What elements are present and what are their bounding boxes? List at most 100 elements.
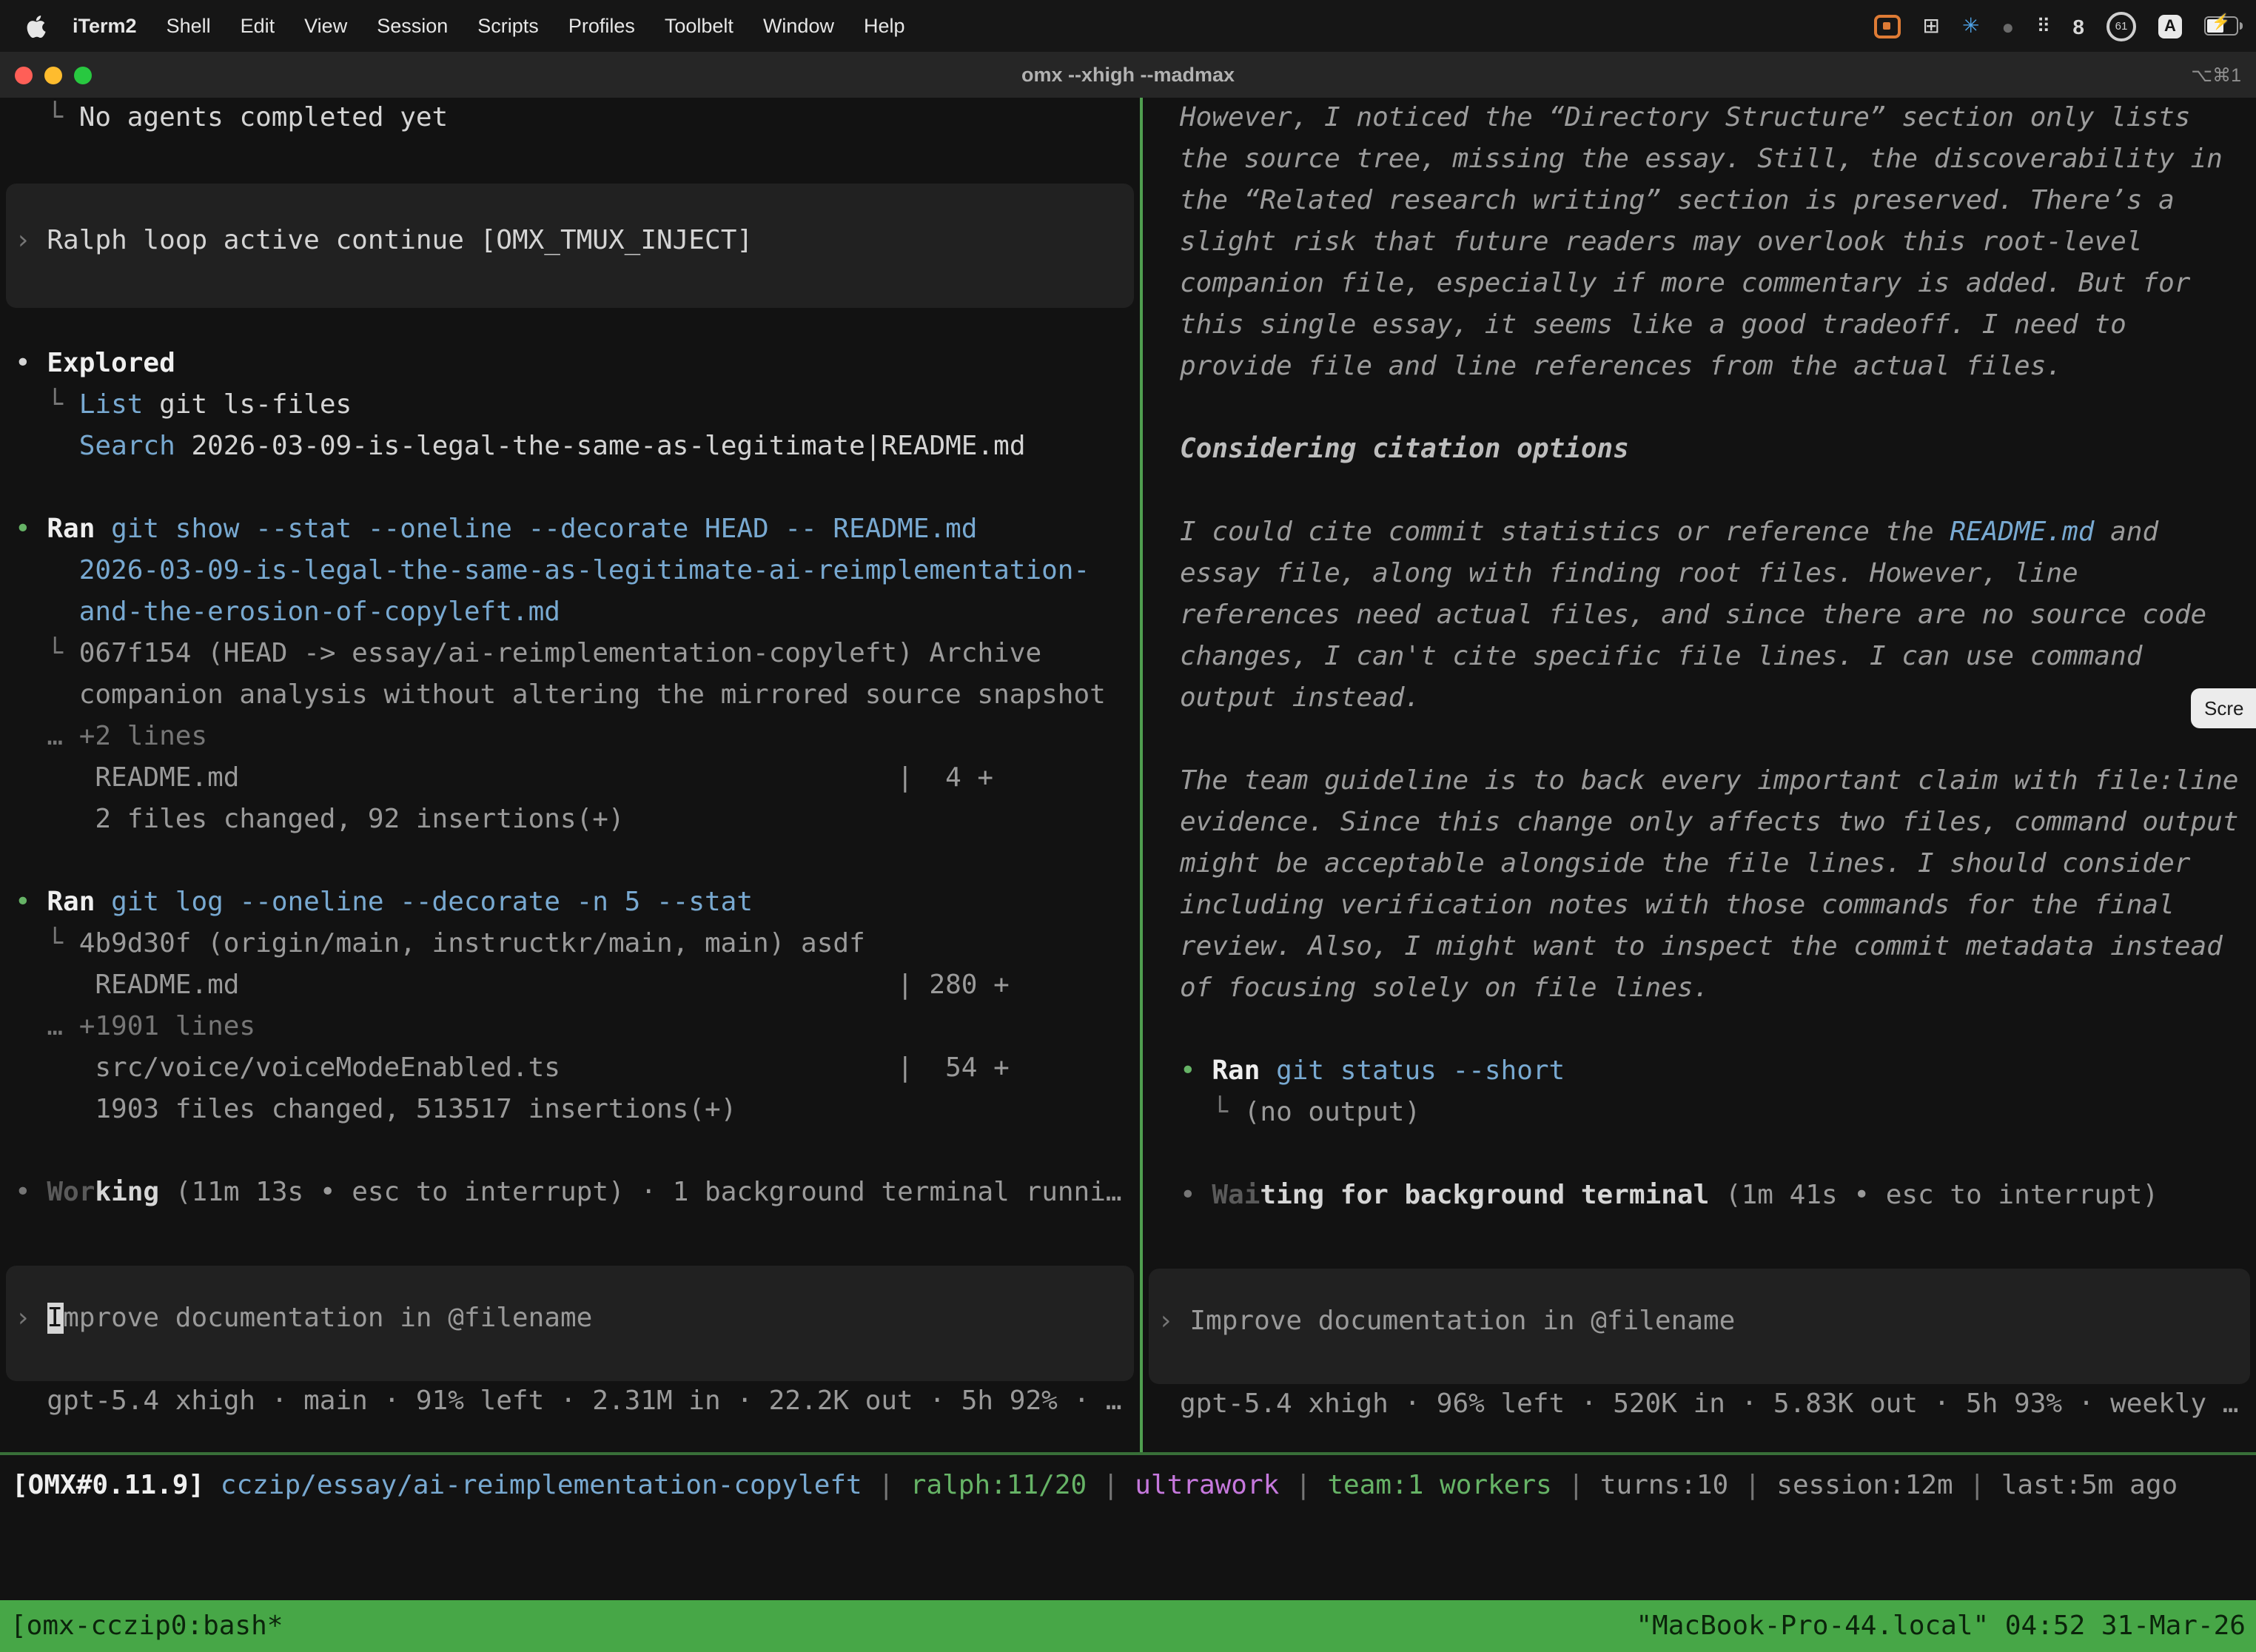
terminal-line: slight risk that future readers may over…	[1143, 226, 2256, 268]
text-segment: Wor	[47, 1177, 95, 1208]
menu-help[interactable]: Help	[849, 15, 920, 37]
text-segment: 1903 files changed, 513517 insertions(+)	[15, 1094, 736, 1125]
text-segment: •	[15, 1177, 47, 1208]
dark-app-icon[interactable]: ●	[2001, 14, 2014, 38]
screen-recording-icon[interactable]	[1873, 14, 1900, 38]
text-segment: the “Related research writing” section i…	[1180, 185, 2175, 216]
text-segment: … +2 lines	[15, 721, 207, 752]
terminal-line: companion file, especially if more comme…	[1143, 268, 2256, 309]
terminal-line: • Waiting for background terminal (1m 41…	[1143, 1180, 2256, 1221]
text-segment: Ralph loop active continue	[47, 225, 480, 256]
text-segment: evidence. Since this change only affects…	[1180, 807, 2239, 838]
menu-window[interactable]: Window	[748, 15, 849, 37]
text-segment: The team guideline is to back every impo…	[1180, 765, 2239, 796]
text-segment: and-the-erosion-of-copyleft.md	[15, 597, 560, 628]
text-segment: •	[15, 348, 47, 379]
terminal-line: › Improve documentation in @filename	[6, 1303, 1134, 1344]
window-title-bar[interactable]: omx --xhigh --madmax ⌥⌘1	[0, 52, 2256, 99]
terminal-line: of focusing solely on file lines.	[1143, 973, 2256, 1014]
menu-scripts[interactable]: Scripts	[463, 15, 554, 37]
terminal-line: … +1901 lines	[0, 1011, 1140, 1052]
text-segment: and	[2094, 517, 2158, 548]
text-segment: gpt-5.4 xhigh · 96% left · 520K in · 5.8…	[1180, 1389, 2239, 1420]
left-prompt-input[interactable]: › Improve documentation in @filename	[6, 1266, 1134, 1381]
menu-profiles[interactable]: Profiles	[554, 15, 650, 37]
tmux-pane-right[interactable]: However, I noticed the “Directory Struct…	[1143, 98, 2256, 1452]
record-dot-icon	[1883, 22, 1890, 30]
text-segment: Explored	[47, 348, 175, 379]
menu-iterm2[interactable]: iTerm2	[58, 15, 152, 37]
ralph-loop-text: › Ralph loop active continue [OMX_TMUX_I…	[6, 225, 1134, 266]
terminal-line: review. Also, I might want to inspect th…	[1143, 931, 2256, 973]
text-segment: └	[15, 102, 79, 133]
text-segment: Improve documentation in @filename	[1189, 1306, 1735, 1337]
text-segment: Ran	[47, 887, 95, 918]
left-agent-output: • Explored └ List git ls-files Search 20…	[0, 348, 1140, 1218]
text-segment: ›	[15, 1303, 47, 1334]
dots-grid-icon[interactable]: ⠿	[2036, 14, 2050, 38]
text-segment: I	[47, 1303, 63, 1334]
text-segment: Search	[79, 431, 175, 462]
text-segment: 2 files changed, 92 insertions(+)	[15, 804, 625, 835]
menu-shell[interactable]: Shell	[152, 15, 226, 37]
app-8-icon[interactable]: 8	[2072, 14, 2084, 38]
screen-overlay-button[interactable]: Scre	[2191, 688, 2256, 728]
battery-icon[interactable]: ⚡	[2204, 16, 2238, 36]
terminal-line: 2 files changed, 92 insertions(+)	[0, 804, 1140, 845]
terminal-line: gpt-5.4 xhigh · 96% left · 520K in · 5.8…	[1143, 1389, 2256, 1430]
menu-edit[interactable]: Edit	[226, 15, 290, 37]
pane-border-horizontal	[0, 1452, 2256, 1455]
terminal-line: the “Related research writing” section i…	[1143, 185, 2256, 226]
terminal-line	[0, 845, 1140, 887]
text-segment: references need actual files, and since …	[1180, 600, 2206, 631]
menu-session[interactable]: Session	[362, 15, 463, 37]
gauge-61-icon[interactable]: 61	[2106, 11, 2136, 41]
text-segment: List	[79, 389, 144, 420]
terminal-line	[0, 472, 1140, 514]
text-segment: No agents completed yet	[79, 102, 449, 133]
text-segment: |	[1953, 1470, 2001, 1501]
text-segment: README.md | 4 +	[15, 762, 993, 793]
text-segment: last:5m ago	[2001, 1470, 2178, 1501]
text-segment: 067f154 (HEAD -> essay/ai-reimplementati…	[79, 638, 1041, 669]
window-grid-icon[interactable]: ⊞	[1922, 13, 1939, 38]
text-segment	[15, 431, 79, 462]
text-segment: might be acceptable alongside the file l…	[1180, 848, 2190, 879]
text-segment: ›	[15, 225, 47, 256]
left-model-status: gpt-5.4 xhigh · main · 91% left · 2.31M …	[0, 1386, 1140, 1427]
text-segment: I could cite commit statistics or refere…	[1180, 517, 1950, 548]
menu-toolbelt[interactable]: Toolbelt	[650, 15, 748, 37]
apple-menu-icon[interactable]	[27, 14, 46, 38]
terminal-line: references need actual files, and since …	[1143, 600, 2256, 641]
text-segment: Ran	[1212, 1055, 1260, 1087]
terminal-line	[1143, 392, 2256, 434]
text-segment: changes, I can't cite specific file line…	[1180, 641, 2142, 672]
tmux-session-name: [omx-cczip0:bash*	[10, 1611, 283, 1642]
text-segment: ultrawork	[1135, 1470, 1279, 1501]
terminal-line: › Improve documentation in @filename	[1149, 1306, 2250, 1347]
text-segment: companion file, especially if more comme…	[1180, 268, 2190, 299]
text-segment: gpt-5.4 xhigh · main · 91% left · 2.31M …	[15, 1386, 1122, 1417]
terminal-line: └ 067f154 (HEAD -> essay/ai-reimplementa…	[0, 638, 1140, 679]
text-segment: |	[1087, 1470, 1135, 1501]
terminal-line: [OMX#0.11.9] cczip/essay/ai-reimplementa…	[0, 1470, 2256, 1511]
text-segment: |	[1552, 1470, 1600, 1501]
text-segment: (no output)	[1244, 1097, 1420, 1128]
text-segment: 4b9d30f (origin/main, instructkr/main, m…	[79, 928, 865, 959]
terminal-line: Considering citation options	[1143, 434, 2256, 475]
text-segment: git ls-files	[143, 389, 352, 420]
terminal-line: gpt-5.4 xhigh · main · 91% left · 2.31M …	[0, 1386, 1140, 1427]
menu-view[interactable]: View	[289, 15, 362, 37]
terminal-line	[0, 1135, 1140, 1177]
terminal-line: including verification notes with those …	[1143, 890, 2256, 931]
text-segment: king	[95, 1177, 159, 1208]
tmux-pane-left[interactable]: └ No agents completed yet › Ralph loop a…	[0, 98, 1140, 1452]
text-segment: git status --short	[1260, 1055, 1565, 1087]
right-prompt-input[interactable]: › Improve documentation in @filename	[1149, 1269, 2250, 1384]
tmux-host-and-time: "MacBook-Pro-44.local" 04:52 31-Mar-26	[1636, 1611, 2246, 1642]
text-segment: of focusing solely on file lines.	[1180, 973, 1709, 1004]
text-segment: src/voice/voiceModeEnabled.ts | 54 +	[15, 1052, 1010, 1084]
blue-app-icon[interactable]: ✳	[1962, 13, 1979, 38]
input-source-icon[interactable]: A	[2158, 14, 2182, 38]
terminal-line: └ No agents completed yet	[0, 102, 1140, 144]
